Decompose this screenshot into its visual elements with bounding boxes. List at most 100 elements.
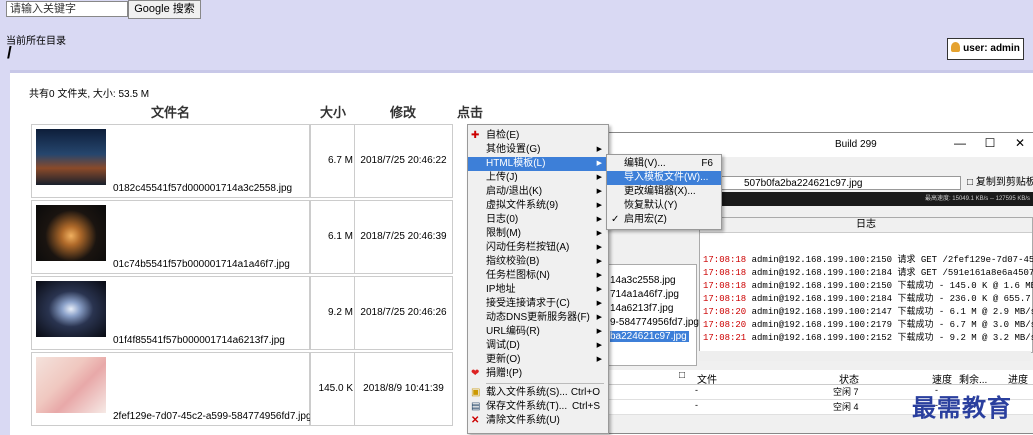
arrow-right-icon: ▶ [596, 300, 602, 307]
checkmark-icon: ✓ [611, 214, 620, 225]
thumbnail-image[interactable] [36, 357, 106, 413]
heart-icon: ❤ [471, 368, 480, 379]
html-template-submenu[interactable]: 编辑(V)... F6 导入模板文件(W)... 更改编辑器(X)... 恢复默认… [606, 154, 722, 230]
menu-item-self-test[interactable]: ✚ 自检(E) [468, 129, 608, 143]
arrow-right-icon: ▶ [596, 202, 602, 209]
transfer-table-header: □ 文件 状态 速度 剩余... 进度 [599, 370, 1033, 386]
col-speed[interactable]: 速度 [932, 371, 952, 386]
header-filename[interactable]: 文件名 [151, 102, 190, 121]
date-cell: 2018/7/25 20:46:22 [354, 124, 453, 198]
menu-item-donate[interactable]: ❤ 捐赠!(P) [468, 367, 608, 381]
log-scrollbar[interactable] [699, 351, 1031, 361]
log-line: 17:08:18 admin@192.168.199.100:2184 下载成功… [703, 294, 1033, 304]
arrow-right-icon: ▶ [596, 160, 602, 167]
submenu-item-change-editor[interactable]: 更改编辑器(X)... [607, 185, 721, 199]
maximize-icon[interactable]: ☐ [980, 136, 1000, 150]
submenu-item-restore-default[interactable]: 恢复默认(Y) [607, 199, 721, 213]
google-search-button[interactable]: Google 搜索 [128, 0, 201, 19]
size-cell: 6.7 M [310, 124, 360, 198]
date-cell: 2018/8/9 10:41:39 [354, 352, 453, 426]
header-size[interactable]: 大小 [320, 102, 346, 121]
arrow-right-icon: ▶ [596, 356, 602, 363]
table-row[interactable]: 0182c45541f57d000001714a3c2558.jpg 6.7 M… [31, 124, 481, 198]
arrow-right-icon: ▶ [596, 258, 602, 265]
log-panel: 日志 17:08:18 admin@192.168.199.100:2150 请… [699, 217, 1033, 353]
list-item[interactable]: 14a6213f7.jpg [610, 303, 673, 314]
log-line: 17:08:18 admin@192.168.199.100:2150 请求 G… [703, 255, 1033, 265]
minimize-icon[interactable]: — [950, 136, 970, 150]
header-clicks[interactable]: 点击 [457, 102, 483, 121]
header-modified[interactable]: 修改 [390, 102, 416, 121]
self-test-icon: ✚ [471, 130, 480, 141]
menu-item-url-encoding[interactable]: URL编码(R) ▶ [468, 325, 608, 339]
context-menu[interactable]: ✚ 自检(E) 其他设置(G) ▶ HTML模板(L) ▶ 上传(J) ▶ 启动/退出(… [467, 124, 609, 434]
size-cell: 145.0 K [310, 352, 360, 426]
copy-to-clipboard-button[interactable]: □ 复制到剪贴板 [967, 176, 1033, 190]
file-link[interactable]: 01f4f85541f57b000001714a6213f7.jpg [113, 335, 285, 346]
menu-item-log[interactable]: 日志(0) ▶ [468, 213, 608, 227]
menu-item-load-vfs[interactable]: ▣ 载入文件系统(S)... Ctrl+O [468, 386, 608, 400]
file-link[interactable]: 0182c45541f57d000001714a3c2558.jpg [113, 183, 292, 194]
menu-item-ip-address[interactable]: IP地址 ▶ [468, 283, 608, 297]
save-icon: ▤ [471, 401, 481, 412]
copy-label: 复制到剪贴板 [975, 177, 1033, 188]
menu-item-hash[interactable]: 指纹校验(B) ▶ [468, 255, 608, 269]
current-directory-path: / [7, 43, 12, 62]
col-file[interactable]: 文件 [697, 371, 717, 386]
filename-cell: 0182c45541f57d000001714a3c2558.jpg [31, 124, 310, 198]
arrow-right-icon: ▶ [596, 328, 602, 335]
submenu-item-import-template[interactable]: 导入模板文件(W)... [607, 171, 721, 185]
arrow-right-icon: ▶ [596, 244, 602, 251]
list-item[interactable]: 9-584774956fd7.jpg [610, 317, 699, 328]
menu-item-tray-icon[interactable]: 任务栏图标(N) ▶ [468, 269, 608, 283]
arrow-right-icon: ▶ [596, 216, 602, 223]
close-icon[interactable]: ✕ [1010, 136, 1030, 150]
user-badge[interactable]: user: admin [947, 38, 1024, 60]
col-remaining[interactable]: 剩余... [959, 371, 987, 386]
virtual-file-list[interactable]: 14a3c2558.jpg 714a1a46f7.jpg 14a6213f7.j… [599, 264, 699, 366]
log-line: 17:08:20 admin@192.168.199.100:2147 下载成功… [703, 307, 1033, 317]
folder-icon: ▣ [471, 387, 481, 398]
menu-separator [486, 383, 604, 384]
list-item[interactable]: 14a3c2558.jpg [610, 275, 676, 286]
menu-item-debug[interactable]: 调试(D) ▶ [468, 339, 608, 353]
submenu-item-enable-macros[interactable]: ✓ 启用宏(Z) [607, 213, 721, 227]
col-status[interactable]: 状态 [839, 371, 859, 386]
list-item-selected[interactable]: ba224621c97.jpg [610, 331, 689, 342]
menu-item-start-exit[interactable]: 启动/退出(K) ▶ [468, 185, 608, 199]
menu-item-vfs[interactable]: 虚拟文件系统(9) ▶ [468, 199, 608, 213]
search-input[interactable]: 请输入关键字 [6, 1, 128, 17]
current-directory-label: 当前所在目录 [6, 36, 66, 47]
menu-item-save-vfs[interactable]: ▤ 保存文件系统(T)... Ctrl+S [468, 400, 608, 414]
table-row[interactable]: 2fef129e-7d07-45c2-a599-584774956fd7.jpg… [31, 352, 481, 426]
menu-item-clear-vfs[interactable]: ✕ 清除文件系统(U) [468, 414, 608, 428]
thumbnail-image[interactable] [36, 129, 106, 185]
date-cell: 2018/7/25 20:46:26 [354, 276, 453, 350]
col-progress[interactable]: 进度 [1008, 371, 1028, 386]
thumbnail-image[interactable] [36, 281, 106, 337]
watermark-text: 最需教育 [912, 393, 1012, 422]
file-link[interactable]: 01c74b5541f57b000001714a1a46f7.jpg [113, 259, 290, 270]
menu-item-limits[interactable]: 限制(M) ▶ [468, 227, 608, 241]
log-line: 17:08:21 admin@192.168.199.100:2152 下载成功… [703, 333, 1033, 343]
arrow-right-icon: ▶ [596, 174, 602, 181]
menu-item-other-settings[interactable]: 其他设置(G) ▶ [468, 143, 608, 157]
folder-summary: 共有0 文件夹, 大小: 53.5 M [29, 89, 150, 100]
menu-item-ddns[interactable]: 动态DNS更新服务器(F) ▶ [468, 311, 608, 325]
file-icon: □ [679, 370, 686, 381]
submenu-item-edit[interactable]: 编辑(V)... F6 [607, 157, 721, 171]
table-row[interactable]: 01f4f85541f57b000001714a6213f7.jpg 9.2 M… [31, 276, 481, 350]
date-cell: 2018/7/25 20:46:39 [354, 200, 453, 274]
menu-item-update[interactable]: 更新(O) ▶ [468, 353, 608, 367]
user-label: user: admin [963, 43, 1020, 54]
menu-item-html-template[interactable]: HTML模板(L) ▶ [468, 157, 608, 171]
thumbnail-image[interactable] [36, 205, 106, 261]
list-item[interactable]: 714a1a46f7.jpg [610, 289, 679, 300]
table-row[interactable]: 01c74b5541f57b000001714a1a46f7.jpg 6.1 M… [31, 200, 481, 274]
menu-item-upload[interactable]: 上传(J) ▶ [468, 171, 608, 185]
arrow-right-icon: ▶ [596, 230, 602, 237]
menu-item-accept-connections[interactable]: 接受连接请求于(C) ▶ [468, 297, 608, 311]
file-link[interactable]: 2fef129e-7d07-45c2-a599-584774956fd7.jpg [113, 411, 312, 422]
arrow-right-icon: ▶ [596, 314, 602, 321]
menu-item-flash-taskbar[interactable]: 闪动任务栏按钮(A) ▶ [468, 241, 608, 255]
